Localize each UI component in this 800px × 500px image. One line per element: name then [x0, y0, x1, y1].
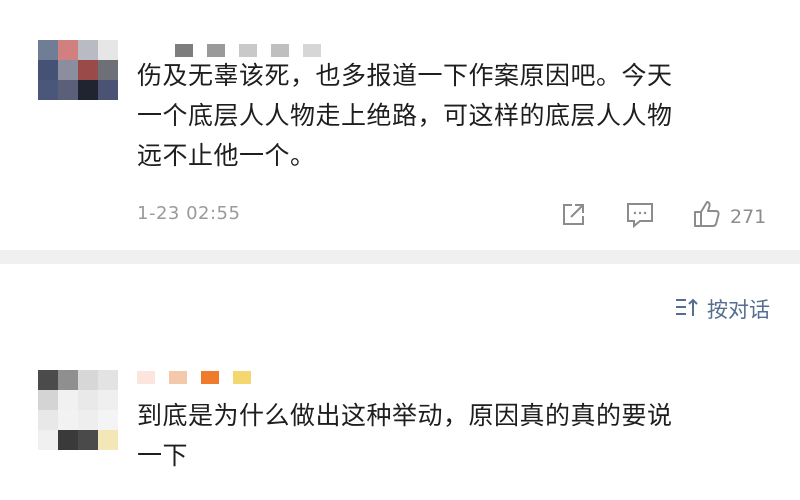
like-count: 271 [730, 205, 767, 228]
view-conversation-icon [675, 296, 699, 323]
like-icon [692, 198, 722, 235]
comment-button[interactable] [624, 200, 656, 235]
username-blurred[interactable] [137, 371, 251, 384]
comment-icon [624, 200, 656, 235]
like-button[interactable]: 271 [692, 198, 766, 235]
view-conversation-link[interactable]: 按对话 [675, 294, 770, 324]
avatar[interactable] [38, 370, 118, 450]
comment-item: 到底是为什么做出这种举动，原因真的真的要说 一下 [0, 350, 800, 500]
comment-text: 到底是为什么做出这种举动，原因真的真的要说 一下 [137, 401, 673, 470]
comment-item: 伤及无辜该死，也多报道一下作案原因吧。今天 一个底层人人物走上绝路，可这样的底层… [0, 0, 800, 250]
share-icon [558, 200, 588, 235]
share-button[interactable] [558, 200, 588, 235]
section-divider [0, 250, 800, 264]
comment-text: 伤及无辜该死，也多报道一下作案原因吧。今天 一个底层人人物走上绝路，可这样的底层… [137, 61, 673, 170]
comment-timestamp: 1-23 02:55 [137, 203, 241, 224]
view-conversation-label: 按对话 [707, 298, 770, 322]
avatar[interactable] [38, 40, 118, 100]
